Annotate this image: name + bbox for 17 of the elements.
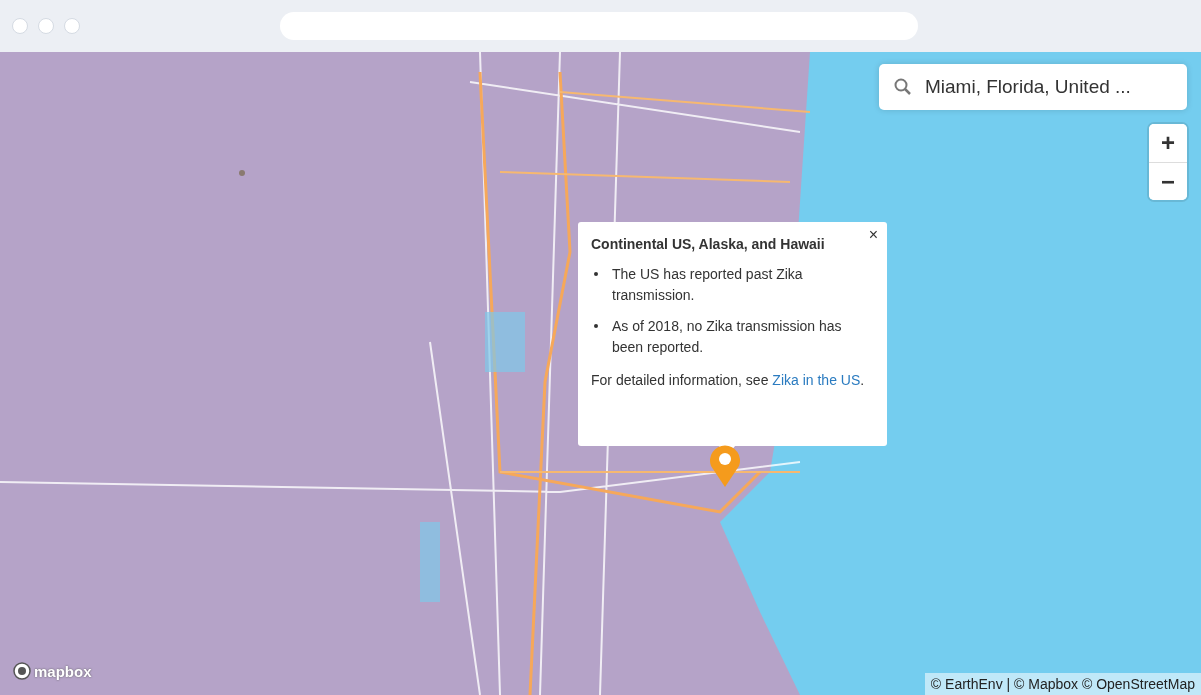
popup-footer-text: For detailed information, see Zika in the US.	[591, 371, 866, 390]
search-value: Miami, Florida, United ...	[925, 76, 1131, 98]
bullet-icon	[594, 324, 598, 328]
close-button[interactable]: ×	[865, 226, 881, 244]
bullet-icon	[594, 272, 598, 276]
attribution-text: © EarthEnv | © Mapbox © OpenStreetMap	[924, 673, 1201, 695]
compass-icon	[12, 661, 32, 681]
search-icon	[893, 77, 913, 97]
window-dot-icon[interactable]	[64, 18, 80, 34]
bullet-text: As of 2018, no Zika transmission has been reported.	[612, 317, 843, 357]
zoom-out-button[interactable]: −	[1149, 162, 1187, 200]
bullet-text: The US has reported past Zika transmission.	[612, 265, 804, 305]
logo-text: mapbox	[34, 662, 92, 680]
window-dot-icon[interactable]	[38, 18, 54, 34]
popup-title: Continental US, Alaska, and Hawaii	[591, 236, 826, 252]
window-dot-icon[interactable]	[12, 18, 28, 34]
search-field[interactable]: Miami, Florida, United ...	[879, 64, 1187, 110]
